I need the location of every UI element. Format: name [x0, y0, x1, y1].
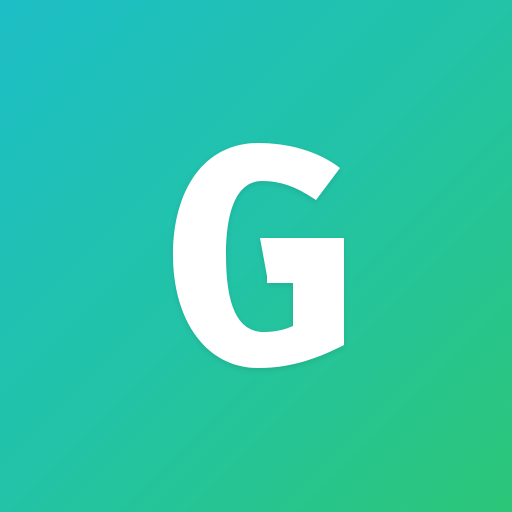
app-logo-tile: [0, 0, 512, 512]
logo-letter-g: [173, 143, 344, 368]
